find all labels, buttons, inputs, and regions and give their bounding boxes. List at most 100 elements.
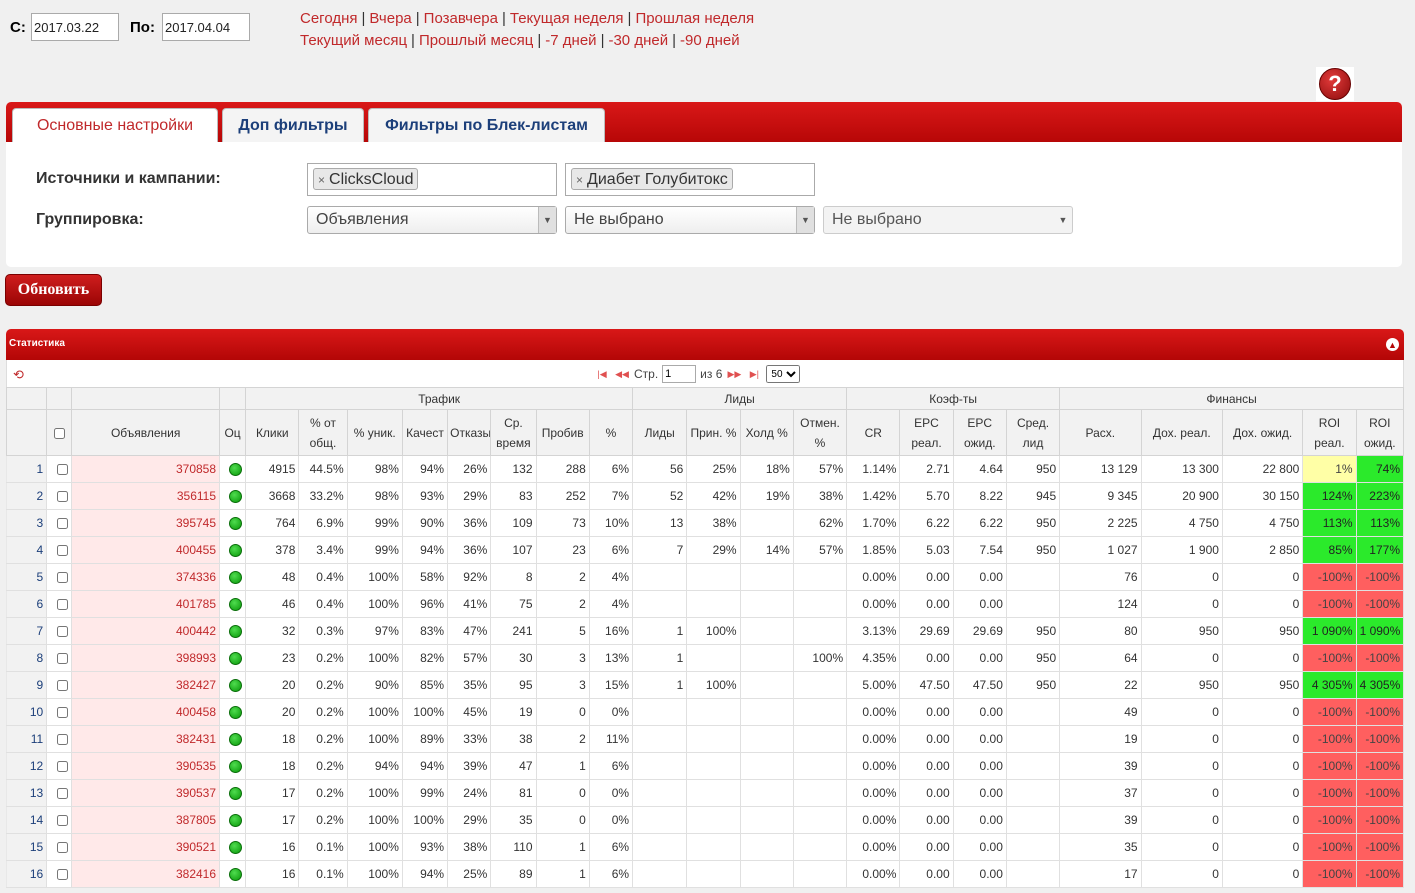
data-cell: 0.00% — [846, 725, 901, 753]
column-header[interactable]: Лиды — [632, 409, 688, 456]
data-cell: 950 — [1221, 671, 1304, 699]
help-button[interactable]: ? — [1316, 67, 1354, 101]
ad-id-link[interactable]: 382416 — [71, 860, 221, 888]
column-header[interactable]: ROI ожид. — [1355, 409, 1405, 456]
ad-id-link[interactable]: 390537 — [71, 779, 221, 807]
column-header[interactable]: % от общ. — [298, 409, 348, 456]
row-checkbox[interactable] — [57, 842, 69, 854]
row-number: 3 — [5, 509, 48, 537]
ad-id-link[interactable]: 400455 — [71, 536, 221, 564]
ad-id-link[interactable]: 382431 — [71, 725, 221, 753]
column-header[interactable]: % уник. — [346, 409, 403, 456]
remove-tag-icon[interactable]: × — [576, 173, 583, 187]
row-checkbox[interactable] — [57, 599, 69, 611]
column-header[interactable]: EPC реал. — [899, 409, 954, 456]
link-day-before-yesterday[interactable]: Позавчера — [424, 10, 498, 27]
reload-icon[interactable]: ⟲ — [13, 367, 24, 383]
link-minus-90-days[interactable]: -90 дней — [680, 32, 740, 49]
tab-blacklist-filters[interactable]: Фильтры по Блек-листам — [368, 108, 605, 142]
row-checkbox[interactable] — [57, 572, 69, 584]
column-header[interactable]: Дох. реал. — [1140, 409, 1223, 456]
link-today[interactable]: Сегодня — [300, 10, 358, 27]
link-minus-7-days[interactable]: -7 дней — [545, 32, 596, 49]
column-header[interactable]: Холд % — [739, 409, 794, 456]
sources-multiselect[interactable]: × ClicksCloud — [307, 163, 557, 196]
column-header[interactable]: Ср. время — [490, 409, 537, 456]
ad-id-link[interactable]: 395745 — [71, 509, 221, 537]
row-checkbox[interactable] — [57, 707, 69, 719]
column-header[interactable]: Расх. — [1059, 409, 1142, 456]
link-last-week[interactable]: Прошлая неделя — [635, 10, 754, 27]
data-cell: 6% — [588, 860, 634, 888]
row-checkbox[interactable] — [57, 788, 69, 800]
ad-id-link[interactable]: 401785 — [71, 590, 221, 618]
chevron-down-icon: ▼ — [1058, 215, 1068, 225]
page-input[interactable] — [662, 365, 697, 383]
row-checkbox[interactable] — [57, 518, 69, 530]
column-header[interactable]: Пробив — [535, 409, 590, 456]
ad-id-link[interactable]: 387805 — [71, 806, 221, 834]
grouping-select-1[interactable]: Объявления ▼ — [307, 206, 557, 234]
data-cell — [792, 752, 848, 780]
data-cell: 0.2% — [298, 698, 348, 726]
row-checkbox[interactable] — [57, 680, 69, 692]
row-checkbox[interactable] — [57, 491, 69, 503]
column-header[interactable]: ROI реал. — [1302, 409, 1357, 456]
link-last-month[interactable]: Прошлый месяц — [419, 32, 533, 49]
row-checkbox[interactable] — [57, 815, 69, 827]
ad-id-link[interactable]: 374336 — [71, 563, 221, 591]
ad-id-link[interactable]: 398993 — [71, 644, 221, 672]
select-all-checkbox[interactable] — [53, 427, 65, 439]
column-header[interactable]: Прин. % — [686, 409, 741, 456]
column-header[interactable]: Отмен. % — [792, 409, 848, 456]
column-header[interactable]: EPC ожид. — [952, 409, 1007, 456]
tab-extra-filters[interactable]: Доп фильтры — [222, 108, 364, 142]
column-header[interactable]: Отказы — [447, 409, 492, 456]
data-cell: 92% — [447, 563, 492, 591]
last-page-icon[interactable]: ▶| — [746, 369, 762, 380]
row-checkbox-cell — [46, 806, 73, 834]
row-checkbox[interactable] — [57, 869, 69, 881]
remove-tag-icon[interactable]: × — [318, 173, 325, 187]
next-page-icon[interactable]: ▶▶ — [726, 369, 742, 380]
campaigns-multiselect[interactable]: × Диабет Голубитокс — [565, 163, 815, 196]
date-to-input[interactable] — [162, 13, 250, 41]
ad-id-link[interactable]: 400442 — [71, 617, 221, 645]
row-checkbox[interactable] — [57, 734, 69, 746]
ad-id-link[interactable]: 390521 — [71, 833, 221, 861]
grouping-select-2[interactable]: Не выбрано ▼ — [565, 206, 815, 234]
collapse-icon[interactable]: ▲ — [1386, 338, 1399, 351]
ad-id-link[interactable]: 390535 — [71, 752, 221, 780]
link-yesterday[interactable]: Вчера — [369, 10, 411, 27]
help-icon: ? — [1319, 68, 1351, 100]
column-header[interactable]: Клики — [245, 409, 300, 456]
data-cell: 18 — [245, 752, 300, 780]
tab-main-settings[interactable]: Основные настройки — [12, 108, 218, 142]
column-header[interactable]: Качест — [401, 409, 449, 456]
per-page-select[interactable]: 50 — [766, 365, 801, 383]
row-checkbox[interactable] — [57, 626, 69, 638]
ad-id-link[interactable]: 382427 — [71, 671, 221, 699]
column-header[interactable]: CR — [846, 409, 901, 456]
row-checkbox[interactable] — [57, 653, 69, 665]
link-current-week[interactable]: Текущая неделя — [510, 10, 624, 27]
column-header[interactable]: Дох. ожид. — [1221, 409, 1304, 456]
column-header[interactable]: Оц — [219, 409, 247, 456]
date-from-input[interactable] — [31, 13, 119, 41]
ad-id-link[interactable]: 370858 — [71, 455, 221, 483]
grouping-select-3[interactable]: Не выбрано ▼ — [823, 206, 1073, 234]
row-checkbox[interactable] — [57, 545, 69, 557]
link-minus-30-days[interactable]: -30 дней — [608, 32, 668, 49]
row-checkbox[interactable] — [57, 761, 69, 773]
ad-id-link[interactable]: 400458 — [71, 698, 221, 726]
first-page-icon[interactable]: |◀ — [594, 369, 610, 380]
refresh-button[interactable]: Обновить — [5, 274, 102, 306]
link-current-month[interactable]: Текущий месяц — [300, 32, 407, 49]
column-header[interactable]: % — [588, 409, 634, 456]
ad-id-link[interactable]: 356115 — [71, 482, 221, 510]
column-header[interactable]: Сред. лид — [1005, 409, 1061, 456]
prev-page-icon[interactable]: ◀◀ — [614, 369, 630, 380]
data-cell: 1 — [632, 671, 688, 699]
column-header[interactable]: Объявления — [71, 409, 221, 456]
row-checkbox[interactable] — [57, 464, 69, 476]
